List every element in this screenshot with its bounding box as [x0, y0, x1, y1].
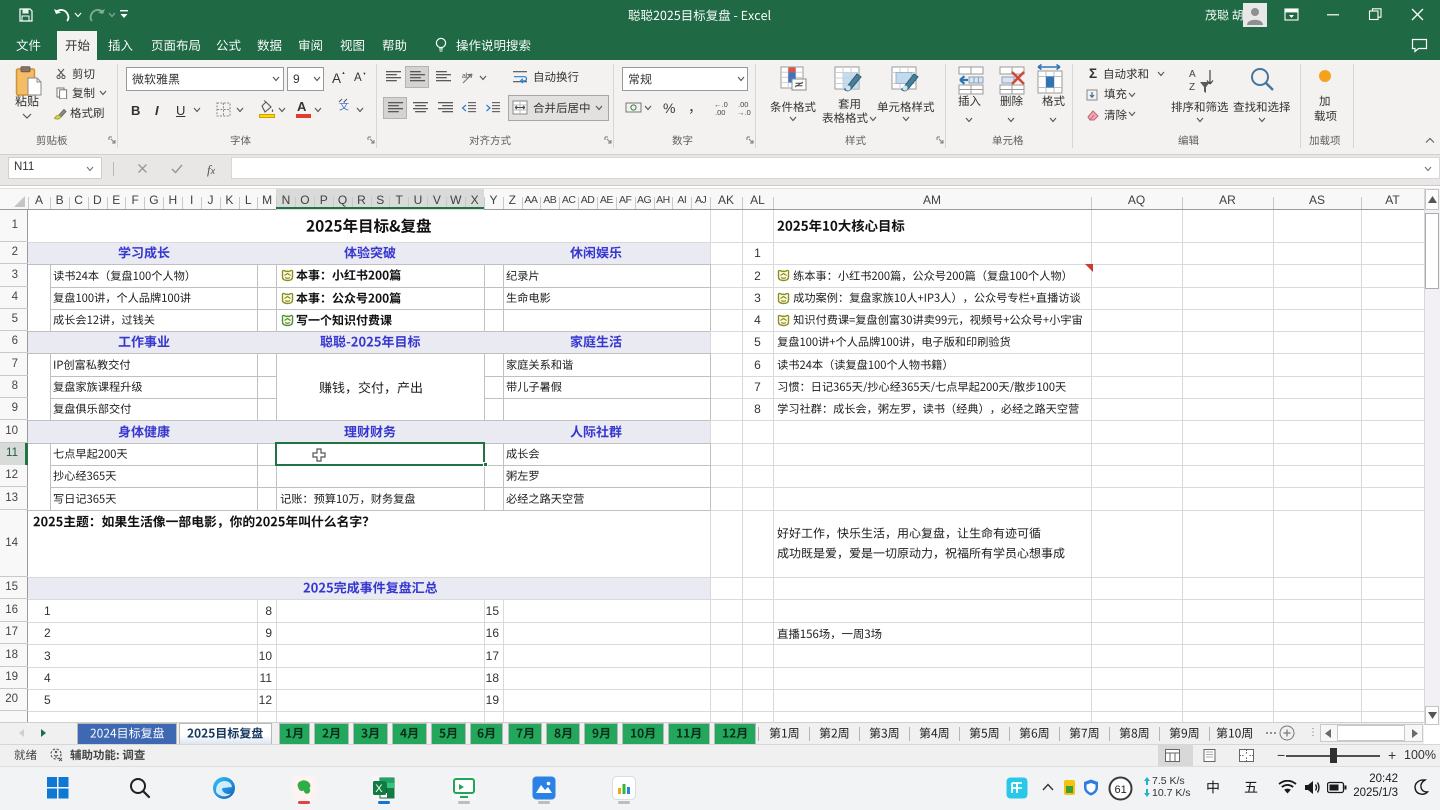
svg-text:61: 61 — [1115, 784, 1127, 796]
svg-text:→.0: →.0 — [737, 108, 751, 116]
svg-text:X: X — [375, 783, 383, 795]
svg-text:ab: ab — [462, 73, 470, 80]
svg-text:A: A — [1189, 69, 1196, 80]
svg-text:.00: .00 — [715, 108, 725, 116]
svg-text:Z: Z — [1189, 82, 1195, 93]
